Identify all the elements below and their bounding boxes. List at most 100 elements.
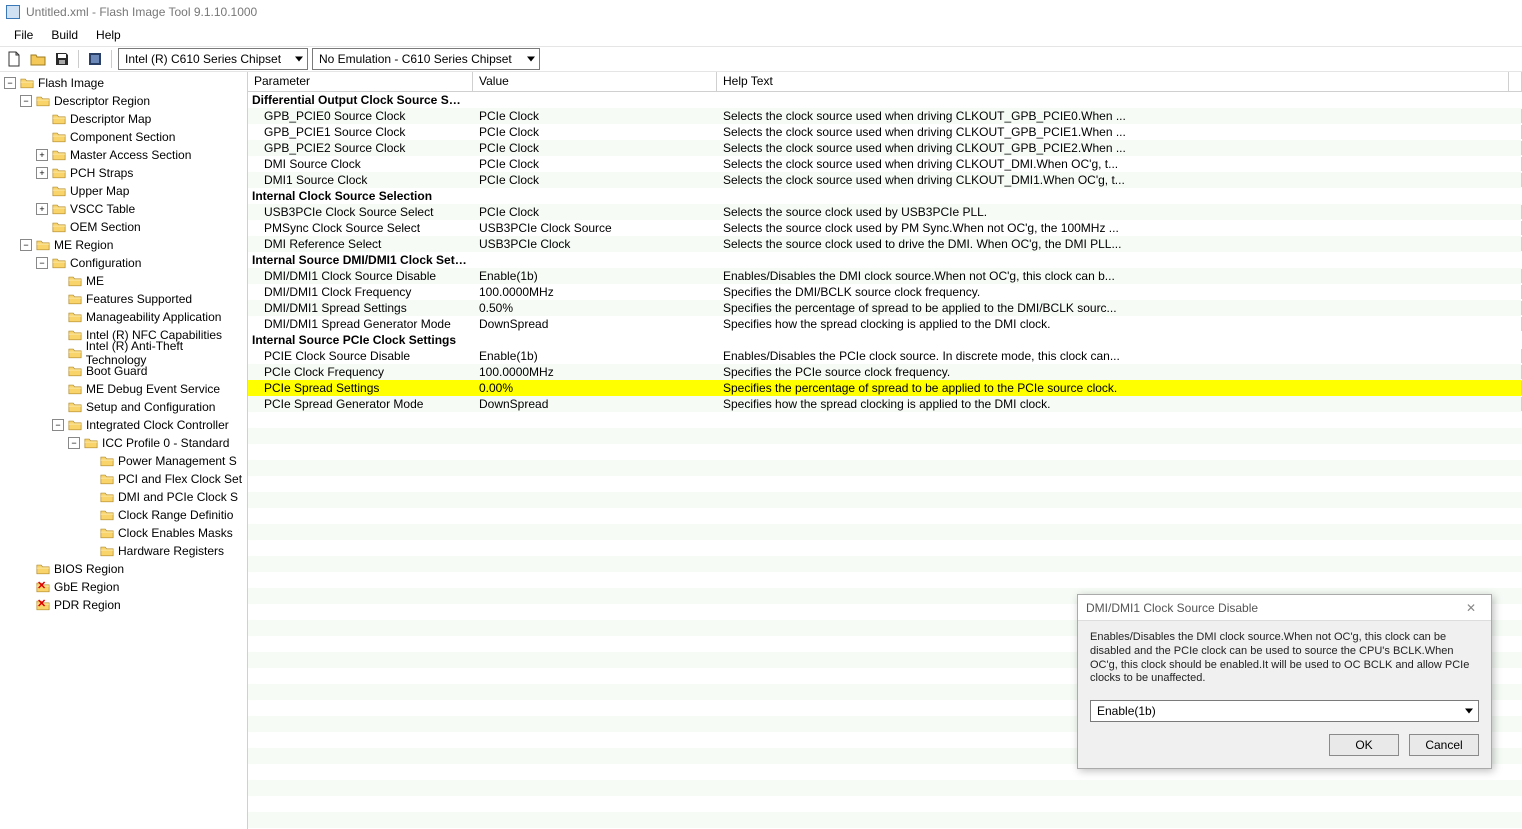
grid-row[interactable]: PCIe Spread Generator ModeDownSpreadSpec… [248, 396, 1522, 412]
tree-item-pdr-region[interactable]: PDR Region [0, 596, 247, 614]
toolbar-separator-2 [111, 50, 112, 68]
grid-row[interactable]: DMI/DMI1 Clock Source DisableEnable(1b)E… [248, 268, 1522, 284]
tree-toggle-spacer [84, 545, 96, 557]
cell-value: PCIe Clock [473, 157, 717, 171]
tree-item-component-section[interactable]: Component Section [0, 128, 247, 146]
tree-collapse-icon[interactable]: − [4, 77, 16, 89]
tree-expand-icon[interactable]: + [36, 167, 48, 179]
cell-value: 0.00% [473, 381, 717, 395]
cell-parameter: PCIe Spread Settings [248, 381, 473, 395]
dialog-combo[interactable]: Enable(1b) [1090, 700, 1479, 722]
menu-build[interactable]: Build [43, 26, 86, 44]
tree-item-hardware-regs[interactable]: Hardware Registers [0, 542, 247, 560]
tree-collapse-icon[interactable]: − [36, 257, 48, 269]
menu-file[interactable]: File [6, 26, 41, 44]
grid-row[interactable]: DMI1 Source ClockPCIe ClockSelects the c… [248, 172, 1522, 188]
grid-row[interactable]: Internal Clock Source Selection [248, 188, 1522, 204]
tree-item-master-access-section[interactable]: +Master Access Section [0, 146, 247, 164]
folder-icon [68, 419, 82, 431]
grid-row[interactable]: PCIe Spread Settings0.00%Specifies the p… [248, 380, 1522, 396]
tree-item-manageability-application[interactable]: Manageability Application [0, 308, 247, 326]
open-file-icon[interactable] [28, 49, 48, 69]
tree-item-configuration[interactable]: −Configuration [0, 254, 247, 272]
new-file-icon[interactable] [4, 49, 24, 69]
grid-row[interactable]: DMI Source ClockPCIe ClockSelects the cl… [248, 156, 1522, 172]
tree-collapse-icon[interactable]: − [52, 419, 64, 431]
tree-toggle-spacer [84, 473, 96, 485]
tree-item-setup-config[interactable]: Setup and Configuration [0, 398, 247, 416]
grid-row[interactable]: Internal Source PCIe Clock Settings [248, 332, 1522, 348]
grid-row[interactable]: GPB_PCIE0 Source ClockPCIe ClockSelects … [248, 108, 1522, 124]
close-icon[interactable]: ✕ [1459, 601, 1483, 615]
grid-row[interactable]: DMI/DMI1 Spread Settings0.50%Specifies t… [248, 300, 1522, 316]
dialog: DMI/DMI1 Clock Source Disable ✕ Enables/… [1077, 594, 1492, 769]
grid-row[interactable]: DMI Reference SelectUSB3PCIe ClockSelect… [248, 236, 1522, 252]
grid-row[interactable]: PCIe Clock Frequency100.0000MHzSpecifies… [248, 364, 1522, 380]
grid-row[interactable]: USB3PCIe Clock Source SelectPCIe ClockSe… [248, 204, 1522, 220]
menu-help[interactable]: Help [88, 26, 129, 44]
grid-row[interactable]: Differential Output Clock Source Sele... [248, 92, 1522, 108]
tree-item-icc[interactable]: −Integrated Clock Controller [0, 416, 247, 434]
chipset-combo-value: Intel (R) C610 Series Chipset [125, 52, 281, 66]
tree-item-intel-at[interactable]: Intel (R) Anti-Theft Technology [0, 344, 247, 362]
tree-item-me-debug[interactable]: ME Debug Event Service [0, 380, 247, 398]
cell-value: USB3PCIe Clock [473, 237, 717, 251]
col-help[interactable]: Help Text [717, 72, 1509, 91]
tree-expand-icon[interactable]: + [36, 203, 48, 215]
tree-collapse-icon[interactable]: − [20, 239, 32, 251]
tree-collapse-icon[interactable]: − [20, 95, 32, 107]
tree-item-power-mgmt[interactable]: Power Management S [0, 452, 247, 470]
save-file-icon[interactable] [52, 49, 72, 69]
grid-row-empty [248, 780, 1522, 796]
tree-item-clock-enables[interactable]: Clock Enables Masks [0, 524, 247, 542]
tree-item-oem-section[interactable]: OEM Section [0, 218, 247, 236]
grid-row[interactable]: GPB_PCIE1 Source ClockPCIe ClockSelects … [248, 124, 1522, 140]
tree-item-vscc-table[interactable]: +VSCC Table [0, 200, 247, 218]
ok-button[interactable]: OK [1329, 734, 1399, 756]
tree-item-dmi-pcie[interactable]: DMI and PCIe Clock S [0, 488, 247, 506]
grid-row[interactable]: PMSync Clock Source SelectUSB3PCIe Clock… [248, 220, 1522, 236]
col-value[interactable]: Value [473, 72, 717, 91]
grid-row[interactable]: DMI/DMI1 Clock Frequency100.0000MHzSpeci… [248, 284, 1522, 300]
grid-row[interactable]: PCIE Clock Source DisableEnable(1b)Enabl… [248, 348, 1522, 364]
tree-expand-icon[interactable]: + [36, 149, 48, 161]
build-icon[interactable] [85, 49, 105, 69]
grid-row-empty [248, 796, 1522, 812]
tree-item-me[interactable]: ME [0, 272, 247, 290]
folder-icon [68, 275, 82, 287]
grid-row[interactable]: Internal Source DMI/DMI1 Clock Setti... [248, 252, 1522, 268]
folder-icon [68, 365, 82, 377]
tree-item-gbe-region[interactable]: GbE Region [0, 578, 247, 596]
tree-collapse-icon[interactable]: − [68, 437, 80, 449]
grid-row-empty [248, 492, 1522, 508]
dialog-titlebar: DMI/DMI1 Clock Source Disable ✕ [1078, 595, 1491, 621]
cell-help: Selects the clock source used when drivi… [717, 109, 1522, 123]
tree-item-flash-image[interactable]: −Flash Image [0, 74, 247, 92]
tree[interactable]: −Flash Image−Descriptor RegionDescriptor… [0, 74, 247, 614]
cell-value: PCIe Clock [473, 205, 717, 219]
cell-value: PCIe Clock [473, 125, 717, 139]
tree-item-clock-range[interactable]: Clock Range Definitio [0, 506, 247, 524]
tree-item-me-region[interactable]: −ME Region [0, 236, 247, 254]
folder-icon [68, 383, 82, 395]
tree-item-pch-straps[interactable]: +PCH Straps [0, 164, 247, 182]
grid-row-empty [248, 476, 1522, 492]
grid-row[interactable]: GPB_PCIE2 Source ClockPCIe ClockSelects … [248, 140, 1522, 156]
tree-item-features-supported[interactable]: Features Supported [0, 290, 247, 308]
tree-item-descriptor-region[interactable]: −Descriptor Region [0, 92, 247, 110]
folder-icon [52, 221, 66, 233]
emulation-combo[interactable]: No Emulation - C610 Series Chipset [312, 48, 540, 70]
col-parameter[interactable]: Parameter [248, 72, 473, 91]
tree-item-descriptor-map[interactable]: Descriptor Map [0, 110, 247, 128]
tree-toggle-spacer [52, 383, 64, 395]
grid-row[interactable]: DMI/DMI1 Spread Generator ModeDownSpread… [248, 316, 1522, 332]
tree-item-bios-region[interactable]: BIOS Region [0, 560, 247, 578]
tree-item-icc-profile0[interactable]: −ICC Profile 0 - Standard [0, 434, 247, 452]
tree-label: BIOS Region [54, 562, 124, 576]
grid-row-empty [248, 572, 1522, 588]
folder-icon [52, 113, 66, 125]
tree-item-pci-flex[interactable]: PCI and Flex Clock Set [0, 470, 247, 488]
cancel-button[interactable]: Cancel [1409, 734, 1479, 756]
chipset-combo[interactable]: Intel (R) C610 Series Chipset [118, 48, 308, 70]
tree-item-upper-map[interactable]: Upper Map [0, 182, 247, 200]
